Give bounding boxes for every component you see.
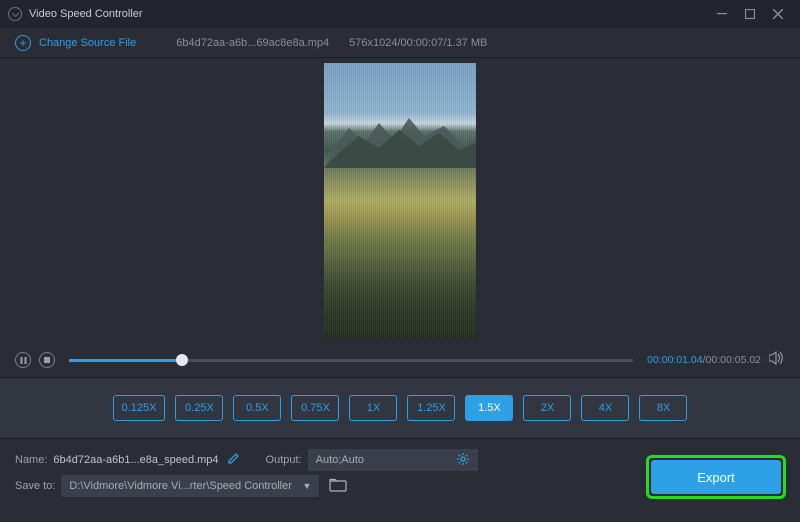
speed-button-1-5x[interactable]: 1.5X	[465, 395, 513, 421]
output-format-box[interactable]: Auto;Auto	[308, 449, 478, 471]
maximize-button[interactable]	[736, 9, 764, 19]
edit-name-icon[interactable]	[227, 452, 240, 468]
source-fileinfo: 576x1024/00:00:07/1.37 MB	[349, 37, 487, 49]
close-button[interactable]	[764, 9, 792, 19]
progress-slider[interactable]	[69, 359, 633, 362]
video-thumbnail[interactable]	[324, 63, 476, 338]
change-source-label: Change Source File	[39, 37, 136, 49]
app-title: Video Speed Controller	[29, 8, 708, 20]
speed-button-0-25x[interactable]: 0.25X	[175, 395, 223, 421]
export-highlight: Export	[646, 455, 786, 499]
play-pause-button[interactable]	[15, 352, 31, 368]
speed-selector: 0.125X 0.25X 0.5X 0.75X 1X 1.25X 1.5X 2X 4X 8X	[0, 377, 800, 439]
current-time: 00:00:01.04	[647, 354, 702, 366]
saveto-path-dropdown[interactable]: D:\Vidmore\Vidmore Vi...rter\Speed Contr…	[61, 475, 319, 497]
output-settings-icon[interactable]	[456, 452, 470, 469]
chevron-down-icon: ▼	[302, 481, 311, 491]
stop-button[interactable]	[39, 352, 55, 368]
open-folder-icon[interactable]	[329, 478, 347, 495]
titlebar: Video Speed Controller	[0, 0, 800, 28]
player-controls: 00:00:01.04/00:00:05.02	[0, 343, 800, 377]
speed-button-1x[interactable]: 1X	[349, 395, 397, 421]
speed-button-0-125x[interactable]: 0.125X	[113, 395, 166, 421]
progress-knob[interactable]	[176, 354, 188, 366]
speed-button-8x[interactable]: 8X	[639, 395, 687, 421]
plus-icon: +	[15, 35, 31, 51]
speed-button-0-5x[interactable]: 0.5X	[233, 395, 281, 421]
source-toolbar: + Change Source File 6b4d72aa-a6b...69ac…	[0, 28, 800, 58]
saveto-path-value: D:\Vidmore\Vidmore Vi...rter\Speed Contr…	[69, 480, 292, 492]
app-logo-icon	[8, 7, 22, 21]
output-panel: Name: 6b4d72aa-a6b1...e8a_speed.mp4 Outp…	[0, 439, 800, 509]
output-format-value: Auto;Auto	[316, 454, 364, 466]
time-display: 00:00:01.04/00:00:05.02	[647, 354, 761, 366]
minimize-button[interactable]	[708, 9, 736, 19]
name-label: Name:	[15, 454, 47, 466]
export-button[interactable]: Export	[651, 460, 781, 494]
speed-button-1-25x[interactable]: 1.25X	[407, 395, 455, 421]
video-preview-area	[0, 58, 800, 343]
total-time: 00:00:05.02	[706, 354, 761, 366]
volume-icon[interactable]	[769, 351, 785, 370]
speed-button-4x[interactable]: 4X	[581, 395, 629, 421]
name-value: 6b4d72aa-a6b1...e8a_speed.mp4	[53, 454, 218, 466]
saveto-label: Save to:	[15, 480, 55, 492]
speed-button-0-75x[interactable]: 0.75X	[291, 395, 339, 421]
change-source-button[interactable]: + Change Source File	[15, 35, 136, 51]
output-label: Output:	[266, 454, 302, 466]
progress-fill	[69, 359, 182, 362]
speed-button-2x[interactable]: 2X	[523, 395, 571, 421]
source-filename: 6b4d72aa-a6b...69ac8e8a.mp4	[176, 37, 329, 49]
